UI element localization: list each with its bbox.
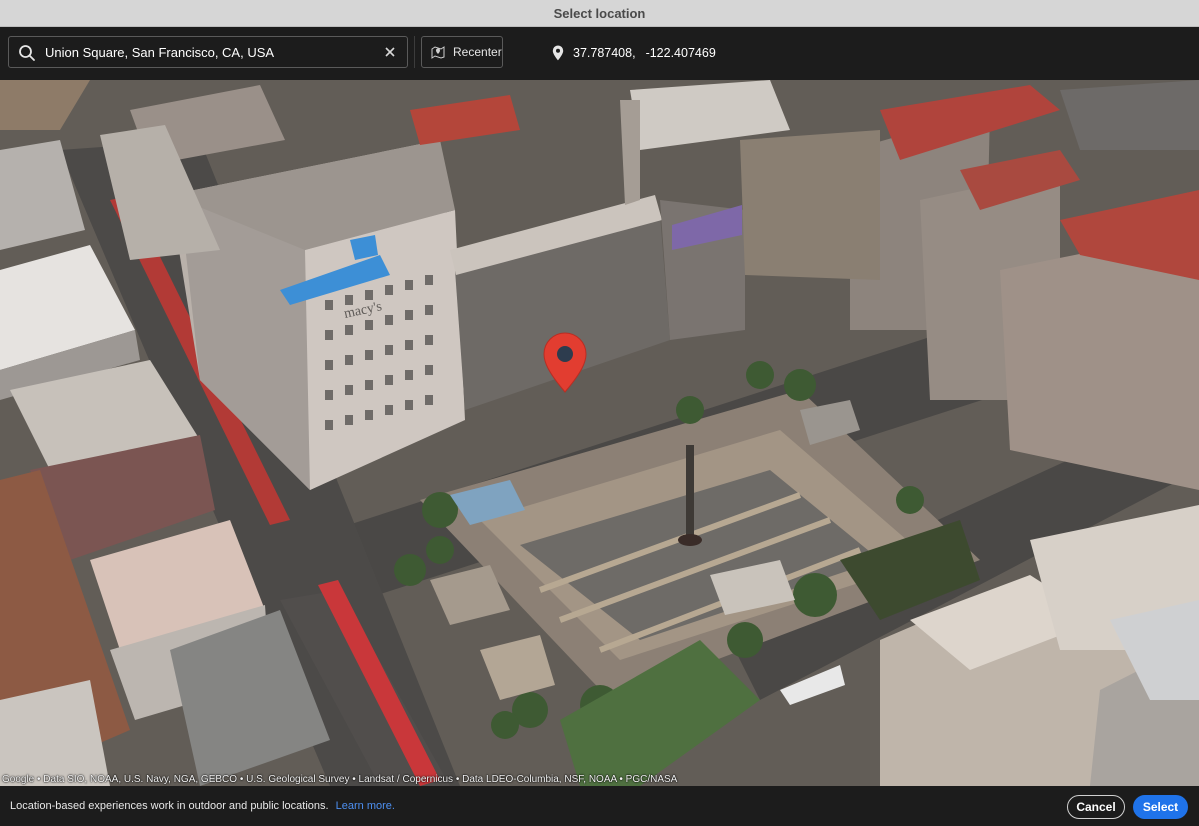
coordinates-readout: 37.787408, -122.407469 xyxy=(552,44,716,62)
map-view[interactable]: macy's Google • Data SIO, NOAA, U.S. Nav… xyxy=(0,80,1199,786)
recenter-label: Recenter xyxy=(453,45,502,59)
window-title: Select location xyxy=(0,0,1199,27)
toolbar: Recenter 37.787408, -122.407469 xyxy=(0,27,1199,80)
close-icon[interactable] xyxy=(383,45,397,59)
search-box[interactable] xyxy=(8,36,408,68)
toolbar-divider xyxy=(414,36,415,68)
location-pin-icon xyxy=(552,45,564,61)
aerial-map-graphic: macy's xyxy=(0,80,1199,786)
cancel-button[interactable]: Cancel xyxy=(1067,795,1125,819)
location-notice: Location-based experiences work in outdo… xyxy=(10,800,329,812)
latitude-value: 37.787408, xyxy=(573,46,636,60)
search-icon xyxy=(19,45,35,61)
search-input[interactable] xyxy=(45,37,375,67)
recenter-button[interactable]: Recenter xyxy=(421,36,503,68)
map-pin-outline-icon xyxy=(431,46,445,59)
select-button[interactable]: Select xyxy=(1133,795,1188,819)
footer: Location-based experiences work in outdo… xyxy=(0,786,1199,826)
footer-notice-container: Location-based experiences work in outdo… xyxy=(10,800,395,812)
learn-more-link[interactable]: Learn more. xyxy=(336,800,395,812)
longitude-value: -122.407469 xyxy=(645,46,716,60)
map-attribution: Google • Data SIO, NOAA, U.S. Navy, NGA,… xyxy=(2,774,678,785)
